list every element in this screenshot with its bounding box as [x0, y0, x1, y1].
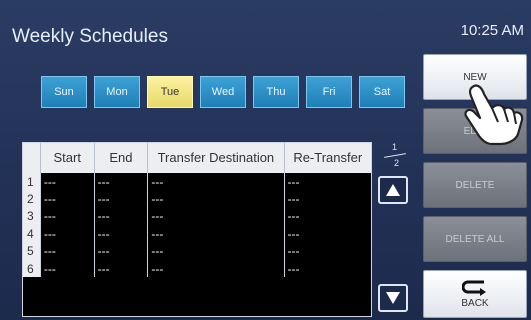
day-tab-fri[interactable]: Fri — [306, 76, 352, 108]
day-tab-sat[interactable]: Sat — [359, 76, 405, 108]
cell-start: --- — [41, 207, 95, 226]
table-row[interactable]: 4 --- --- --- --- — [23, 225, 371, 243]
back-label: BACK — [461, 297, 489, 309]
pointing-hand-icon — [464, 84, 524, 146]
clock: 10:25 AM — [460, 22, 524, 39]
table-header: Start End Transfer Destination Re-Transf… — [23, 143, 371, 173]
col-retransfer-header: Re-Transfer — [293, 150, 363, 165]
schedule-table: Start End Transfer Destination Re-Transf… — [22, 142, 372, 317]
scroll-up-button[interactable] — [378, 176, 408, 204]
table-row[interactable]: 6 --- --- --- --- — [23, 259, 371, 278]
col-destination-header: Transfer Destination — [148, 143, 285, 173]
scroll-down-button[interactable] — [378, 284, 408, 312]
table-row[interactable]: 1 --- --- --- --- — [23, 173, 371, 191]
row-number: 5 — [23, 242, 41, 260]
cell-destination: --- — [148, 207, 285, 226]
cell-destination: --- — [148, 242, 285, 260]
back-arrow-icon — [462, 280, 486, 296]
cell-retransfer: --- — [287, 192, 300, 207]
cell-end: --- — [95, 207, 149, 226]
cell-destination: --- — [148, 173, 285, 191]
cell-end: --- — [95, 259, 149, 278]
row-number: 1 — [23, 173, 41, 191]
cell-retransfer: --- — [287, 244, 300, 259]
cell-end: --- — [95, 225, 149, 243]
cell-end: --- — [95, 190, 149, 208]
table-row[interactable]: 2 --- --- --- --- — [23, 190, 371, 208]
cell-start: --- — [41, 225, 95, 243]
delete-all-button[interactable]: DELETE ALL — [423, 216, 527, 262]
cell-start: --- — [41, 173, 95, 191]
cell-retransfer: --- — [287, 261, 300, 276]
row-number: 2 — [23, 190, 41, 208]
day-tab-mon[interactable]: Mon — [94, 76, 140, 108]
back-button[interactable]: BACK — [423, 270, 527, 318]
day-tab-tue[interactable]: Tue — [147, 76, 193, 108]
day-selector: Sun Mon Tue Wed Thu Fri Sat — [41, 76, 405, 108]
triangle-up-icon — [386, 184, 400, 196]
day-tab-sun[interactable]: Sun — [41, 76, 87, 108]
page-current: 1 — [392, 142, 398, 152]
row-number: 3 — [23, 207, 41, 226]
cell-start: --- — [41, 242, 95, 260]
cell-retransfer: --- — [287, 226, 300, 241]
col-end-header: End — [95, 143, 149, 173]
day-tab-thu[interactable]: Thu — [253, 76, 299, 108]
cell-end: --- — [95, 242, 149, 260]
cell-end: --- — [95, 173, 149, 191]
cell-retransfer: --- — [287, 209, 300, 224]
page-indicator: 1 2 — [382, 142, 408, 170]
page-title: Weekly Schedules — [12, 26, 168, 47]
col-start-header: Start — [41, 143, 95, 173]
page-total: 2 — [394, 158, 400, 168]
cell-destination: --- — [148, 190, 285, 208]
cell-destination: --- — [148, 259, 285, 278]
cell-start: --- — [41, 259, 95, 278]
day-tab-wed[interactable]: Wed — [200, 76, 246, 108]
row-number: 4 — [23, 225, 41, 243]
cell-start: --- — [41, 190, 95, 208]
triangle-down-icon — [386, 292, 400, 304]
row-number-header — [23, 143, 41, 173]
row-number: 6 — [23, 259, 41, 278]
table-row[interactable]: 5 --- --- --- --- — [23, 242, 371, 260]
table-row[interactable]: 3 --- --- --- --- — [23, 207, 371, 226]
cell-destination: --- — [148, 225, 285, 243]
delete-button[interactable]: DELETE — [423, 162, 527, 208]
cell-retransfer: --- — [287, 174, 300, 189]
